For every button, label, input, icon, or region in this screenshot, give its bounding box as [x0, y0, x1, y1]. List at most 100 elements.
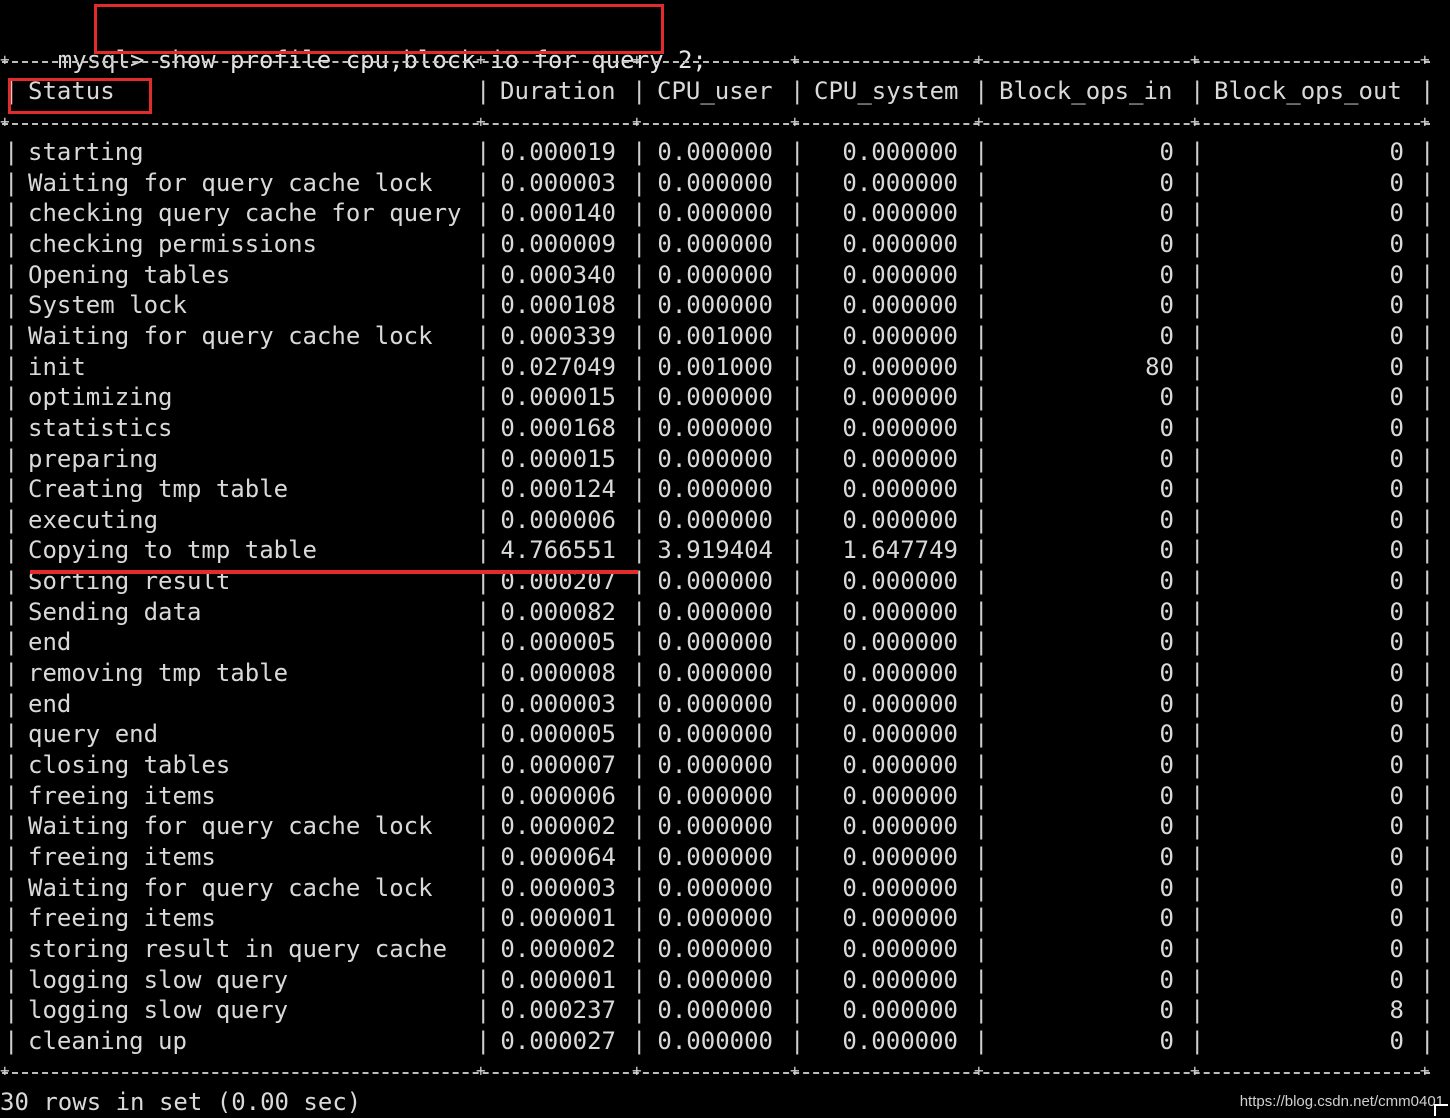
column-separator: |: [974, 659, 989, 688]
cell-cpu-system: 0.000000: [842, 689, 958, 718]
cell-duration: 0.000005: [500, 628, 616, 657]
column-separator: |: [790, 659, 805, 688]
cell-block-ops-in: 0: [1159, 751, 1174, 779]
cell-block-ops-in: 0: [1159, 904, 1174, 933]
cell-duration: 0.000001: [500, 965, 616, 994]
border-corner: +: [974, 50, 984, 69]
column-separator: |: [974, 812, 989, 841]
header-duration: Duration: [500, 77, 616, 105]
column-separator: |: [974, 444, 989, 473]
cell-block-ops-in: 0: [1159, 689, 1174, 718]
column-separator: |: [4, 383, 19, 412]
cell-block-ops-out: 0: [1389, 659, 1404, 688]
table-row: | | | | | | | init 0.027049 0.001000 0.000000 80 0: [0, 352, 1450, 383]
column-separator: |: [4, 659, 19, 688]
cell-cpu-system: 0.000000: [842, 720, 958, 749]
cell-cpu-user: 0.000000: [657, 628, 773, 657]
cell-block-ops-in: 0: [1159, 383, 1174, 412]
column-separator: |: [974, 383, 989, 412]
resize-corner-icon[interactable]: [1434, 1104, 1448, 1116]
column-separator: |: [790, 996, 805, 1025]
cell-block-ops-in: 0: [1159, 659, 1174, 688]
cell-duration: 0.027049: [500, 352, 616, 381]
column-separator: |: [1190, 199, 1205, 228]
column-separator: |: [1420, 352, 1435, 381]
cell-cpu-system: 0.000000: [842, 138, 958, 166]
column-separator: |: [1190, 77, 1205, 105]
cell-block-ops-out: 0: [1389, 567, 1404, 596]
cell-block-ops-in: 0: [1159, 321, 1174, 350]
column-separator: |: [1420, 965, 1435, 994]
cell-block-ops-in: 0: [1159, 138, 1174, 166]
column-separator: |: [4, 138, 19, 166]
table-row: | | | | | | | storing result in query cache 0.00…: [0, 934, 1450, 965]
cell-cpu-user: 0.000000: [657, 260, 773, 289]
column-separator: |: [1190, 996, 1205, 1025]
column-separator: |: [1190, 659, 1205, 688]
cell-cpu-system: 0.000000: [842, 597, 958, 626]
cell-block-ops-out: 0: [1389, 383, 1404, 412]
cell-cpu-user: 0.000000: [657, 1026, 773, 1055]
cell-status: end: [28, 628, 72, 657]
column-separator: |: [1190, 168, 1205, 197]
cell-block-ops-in: 0: [1159, 934, 1174, 963]
border-corner: +: [1420, 50, 1430, 69]
column-separator: |: [790, 965, 805, 994]
cell-status: Copying to tmp table: [28, 536, 317, 565]
column-separator: |: [4, 260, 19, 289]
column-separator: |: [974, 842, 989, 871]
cell-block-ops-in: 0: [1159, 1026, 1174, 1055]
cell-duration: 0.000108: [500, 291, 616, 320]
cell-cpu-system: 0.000000: [842, 260, 958, 289]
column-separator: |: [974, 904, 989, 933]
column-separator: |: [1190, 1026, 1205, 1055]
column-separator: |: [1420, 873, 1435, 902]
column-separator: |: [790, 168, 805, 197]
terminal-window[interactable]: mysql> show profile cpu,block io for que…: [0, 0, 1450, 1118]
cell-cpu-system: 0.000000: [842, 413, 958, 442]
cell-cpu-system: 0.000000: [842, 321, 958, 350]
column-separator: |: [1420, 260, 1435, 289]
column-separator: |: [4, 1026, 19, 1055]
table-row: | | | | | | | Waiting for query cache lock 0.000…: [0, 811, 1450, 842]
column-separator: |: [4, 199, 19, 228]
cell-block-ops-in: 0: [1159, 536, 1174, 565]
table-row: | | | | | | | optimizing 0.000015 0.000000 0.00000…: [0, 382, 1450, 413]
cell-status: Waiting for query cache lock: [28, 321, 433, 350]
column-separator: |: [4, 628, 19, 657]
cell-duration: 0.000003: [500, 873, 616, 902]
column-separator: |: [1190, 383, 1205, 412]
column-separator: |: [790, 812, 805, 841]
column-separator: |: [4, 781, 19, 810]
cell-block-ops-out: 0: [1389, 536, 1404, 565]
column-separator: |: [1190, 720, 1205, 749]
column-separator: |: [974, 628, 989, 657]
column-separator: |: [1190, 475, 1205, 504]
column-separator: |: [1190, 904, 1205, 933]
table-row: | | | | | | | System lock 0.000108 0.000000 0.0000…: [0, 290, 1450, 321]
column-separator: |: [1420, 812, 1435, 841]
command-highlight-box: [94, 4, 664, 54]
border-corner: +: [1420, 112, 1430, 131]
column-separator: |: [4, 812, 19, 841]
cell-block-ops-out: 0: [1389, 229, 1404, 258]
cell-cpu-user: 0.000000: [657, 475, 773, 504]
table-row: | | | | | | | Copying to tmp table 4.766551 3.919…: [0, 535, 1450, 566]
column-separator: |: [790, 720, 805, 749]
cell-status: preparing: [28, 444, 159, 473]
cell-block-ops-in: 0: [1159, 413, 1174, 442]
header-cpu-user: CPU_user: [657, 77, 773, 105]
column-separator: |: [4, 751, 19, 779]
column-separator: |: [1420, 904, 1435, 933]
column-separator: |: [1190, 597, 1205, 626]
cell-duration: 0.000001: [500, 904, 616, 933]
column-separator: |: [1420, 1026, 1435, 1055]
copying-row-underline: [30, 570, 638, 574]
cell-cpu-system: 0.000000: [842, 842, 958, 871]
column-separator: |: [1420, 321, 1435, 350]
column-separator: |: [1420, 996, 1435, 1025]
cell-status: Waiting for query cache lock: [28, 812, 433, 841]
cell-cpu-user: 0.001000: [657, 352, 773, 381]
cell-cpu-user: 0.000000: [657, 413, 773, 442]
column-separator: |: [790, 77, 805, 105]
